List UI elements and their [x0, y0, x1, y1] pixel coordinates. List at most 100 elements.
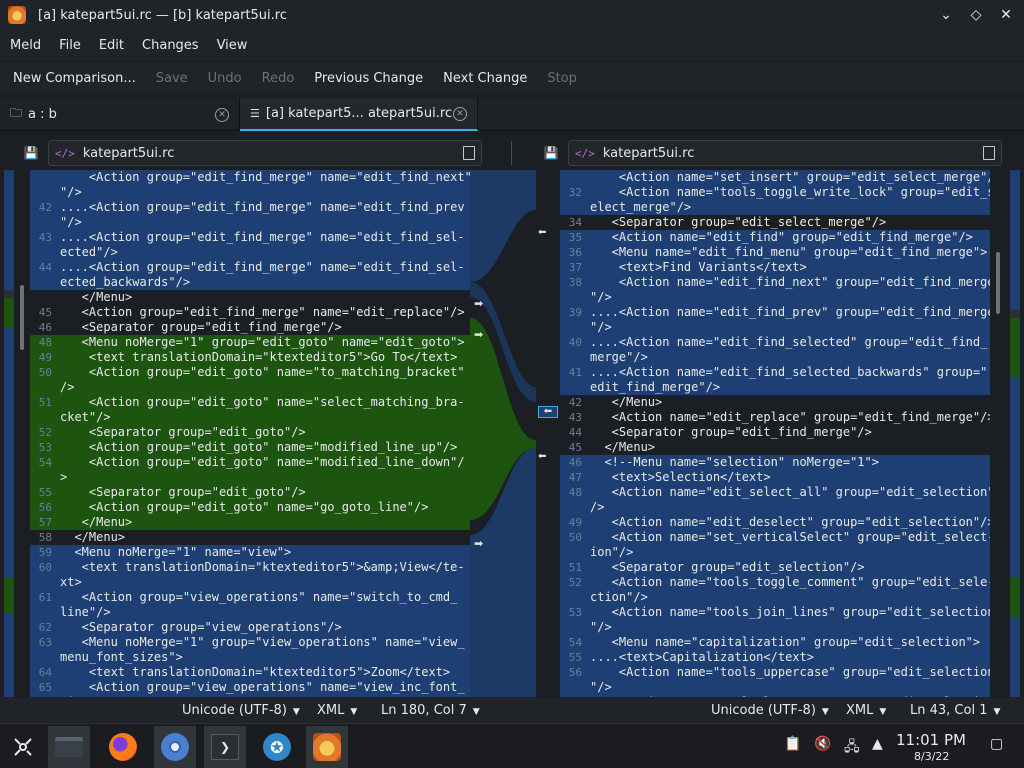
- right-scrollbar[interactable]: [994, 170, 1002, 697]
- code-line[interactable]: 58 </Menu>: [30, 530, 470, 545]
- code-line[interactable]: 42 ....<Action group="edit_find_merge" na…: [30, 200, 470, 215]
- menu-changes[interactable]: Changes: [142, 38, 209, 53]
- code-line[interactable]: 41 ....<Action name="edit_find_selected_b…: [560, 365, 990, 380]
- code-line[interactable]: 63 <Menu noMerge="1" group="view_operati…: [30, 635, 470, 650]
- code-line[interactable]: 52 <Action name="tools_toggle_comment" g…: [560, 575, 990, 590]
- code-line[interactable]: 65 <Action group="view_operations" name=…: [30, 680, 470, 695]
- right-file-field[interactable]: </> katepart5ui.rc: [568, 140, 1002, 166]
- code-line[interactable]: 50 <Action group="edit_goto" name="to_ma…: [30, 365, 470, 380]
- code-line[interactable]: 62 <Separator group="view_operations"/>: [30, 620, 470, 635]
- save-right-icon[interactable]: 💾: [540, 142, 562, 164]
- code-line[interactable]: 36 <Menu name="edit_find_menu" group="ed…: [560, 245, 990, 260]
- code-line[interactable]: />: [30, 380, 470, 395]
- redo-button[interactable]: Redo: [262, 71, 295, 86]
- code-line[interactable]: "/>: [30, 215, 470, 230]
- menu-meld[interactable]: Meld: [10, 38, 51, 53]
- code-line[interactable]: xt>: [30, 575, 470, 590]
- code-line[interactable]: 60 <text translationDomain="ktexteditor5…: [30, 560, 470, 575]
- menu-edit[interactable]: Edit: [99, 38, 134, 53]
- code-line[interactable]: <Action name="set_insert" group="edit_se…: [560, 170, 990, 185]
- right-encoding-selector[interactable]: Unicode (UTF-8) ▼: [711, 703, 829, 718]
- left-editor-pane[interactable]: <Action group="edit_find_merge" name="ed…: [30, 170, 470, 697]
- right-syntax-selector[interactable]: XML ▼: [846, 703, 886, 718]
- push-left-button[interactable]: ⬅: [538, 406, 558, 418]
- previous-change-button[interactable]: Previous Change: [314, 71, 423, 86]
- code-line[interactable]: elect_merge"/>: [560, 200, 990, 215]
- left-file-field[interactable]: </> katepart5ui.rc: [48, 140, 482, 166]
- next-change-button[interactable]: Next Change: [443, 71, 527, 86]
- left-syntax-selector[interactable]: XML ▼: [317, 703, 357, 718]
- code-line[interactable]: 39 ....<Action name="edit_find_prev" grou…: [560, 305, 990, 320]
- code-line[interactable]: 35 <Action name="edit_find" group="edit_…: [560, 230, 990, 245]
- code-line[interactable]: merge"/>: [560, 350, 990, 365]
- application-launcher-icon[interactable]: [2, 726, 44, 768]
- code-line[interactable]: 43 <Action name="edit_replace" group="ed…: [560, 410, 990, 425]
- clock-date[interactable]: 8/3/22: [914, 750, 949, 763]
- close-tab-icon[interactable]: ✕: [215, 107, 229, 122]
- new-comparison-button[interactable]: New Comparison...: [13, 71, 136, 86]
- code-line[interactable]: line"/>: [30, 605, 470, 620]
- volume-muted-icon[interactable]: 🔇: [814, 736, 831, 752]
- code-line[interactable]: menu_font_sizes">: [30, 650, 470, 665]
- code-line[interactable]: "/>: [560, 320, 990, 335]
- code-line[interactable]: edit_find_merge"/>: [560, 380, 990, 395]
- push-left-button[interactable]: ⬅: [538, 227, 556, 238]
- left-cursor-position[interactable]: Ln 180, Col 7 ▼: [381, 703, 480, 718]
- code-line[interactable]: 32 <Action name="tools_toggle_write_lock…: [560, 185, 990, 200]
- browse-file-icon[interactable]: [983, 146, 995, 160]
- code-line[interactable]: 45 <Action group="edit_find_merge" name=…: [30, 305, 470, 320]
- code-line[interactable]: 43 ....<Action group="edit_find_merge" na…: [30, 230, 470, 245]
- close-icon[interactable]: ✕: [996, 5, 1016, 25]
- push-left-button[interactable]: ⬅: [538, 451, 556, 462]
- code-line[interactable]: 55 ....<text>Capitalization</text>: [560, 650, 990, 665]
- code-line[interactable]: 45 </Menu>: [560, 440, 990, 455]
- save-left-icon[interactable]: 💾: [20, 142, 42, 164]
- show-desktop-icon[interactable]: ▢: [990, 736, 1003, 752]
- code-line[interactable]: 46 <Separator group="edit_find_merge"/>: [30, 320, 470, 335]
- right-editor-pane[interactable]: <Action name="set_insert" group="edit_se…: [560, 170, 990, 697]
- code-line[interactable]: 53 <Action name="tools_join_lines" group…: [560, 605, 990, 620]
- code-line[interactable]: </Menu>: [30, 290, 470, 305]
- code-line[interactable]: 55 <Separator group="edit_goto"/>: [30, 485, 470, 500]
- undo-button[interactable]: Undo: [208, 71, 242, 86]
- expand-tray-icon[interactable]: ▲: [872, 736, 883, 752]
- code-line[interactable]: 37 <text>Find Variants</text>: [560, 260, 990, 275]
- left-scroll-thumb[interactable]: [20, 285, 24, 350]
- code-line[interactable]: ion"/>: [560, 545, 990, 560]
- clock-time[interactable]: 11:01 PM: [896, 731, 966, 749]
- code-line[interactable]: >: [30, 470, 470, 485]
- left-overview-map[interactable]: [2, 170, 16, 697]
- code-line[interactable]: 48 <Action name="edit_select_all" group=…: [560, 485, 990, 500]
- meld-icon[interactable]: [306, 726, 348, 768]
- code-line[interactable]: 38 <Action name="edit_find_next" group="…: [560, 275, 990, 290]
- code-line[interactable]: "/>: [30, 185, 470, 200]
- code-line[interactable]: 46 <!--Menu name="selection" noMerge="1"…: [560, 455, 990, 470]
- code-line[interactable]: 51 <Separator group="edit_selection"/>: [560, 560, 990, 575]
- right-scroll-thumb[interactable]: [996, 252, 1000, 314]
- code-line[interactable]: 64 <text translationDomain="ktexteditor5…: [30, 665, 470, 680]
- browse-file-icon[interactable]: [463, 146, 475, 160]
- save-button[interactable]: Save: [156, 71, 188, 86]
- code-line[interactable]: 54 <Menu name="capitalization" group="ed…: [560, 635, 990, 650]
- code-line[interactable]: ected_backwards"/>: [30, 275, 470, 290]
- code-line[interactable]: 42 </Menu>: [560, 395, 990, 410]
- code-line[interactable]: 47 <text>Selection</text>: [560, 470, 990, 485]
- code-line[interactable]: 52 <Separator group="edit_goto"/>: [30, 425, 470, 440]
- code-line[interactable]: 40 ....<Action name="edit_find_selected" …: [560, 335, 990, 350]
- network-icon[interactable]: 🖧: [844, 736, 860, 760]
- terminal-icon[interactable]: ❯: [204, 726, 246, 768]
- code-line[interactable]: 56 <Action name="tools_uppercase" group=…: [560, 665, 990, 680]
- stop-button[interactable]: Stop: [547, 71, 577, 86]
- minimize-icon[interactable]: ⌄: [936, 5, 956, 25]
- clipboard-icon[interactable]: 📋: [784, 736, 801, 752]
- code-line[interactable]: 54 <Action group="edit_goto" name="modif…: [30, 455, 470, 470]
- code-line[interactable]: "/>: [560, 290, 990, 305]
- code-line[interactable]: 53 <Action group="edit_goto" name="modif…: [30, 440, 470, 455]
- code-line[interactable]: />: [560, 500, 990, 515]
- code-line[interactable]: 34 <Separator group="edit_select_merge"/…: [560, 215, 990, 230]
- close-tab-icon[interactable]: ✕: [453, 106, 467, 121]
- menu-file[interactable]: File: [59, 38, 91, 53]
- menu-view[interactable]: View: [217, 38, 258, 53]
- firefox-icon[interactable]: [102, 726, 144, 768]
- file-manager-icon[interactable]: [48, 726, 90, 768]
